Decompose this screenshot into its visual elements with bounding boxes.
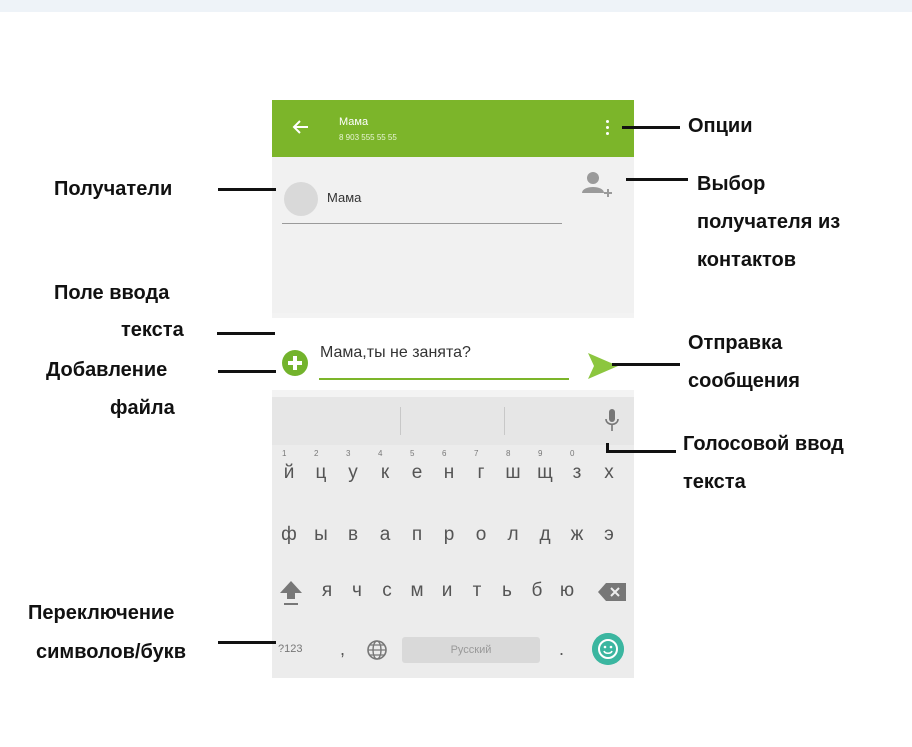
mic-icon[interactable] <box>605 409 619 433</box>
annotation-switch-2: символов/букв <box>36 641 186 663</box>
avatar <box>284 182 318 216</box>
key[interactable]: ю <box>552 571 582 611</box>
symbols-key[interactable]: ?123 <box>278 629 318 669</box>
key[interactable]: в <box>338 515 368 555</box>
keyboard: 1й 2ц 3у 4к 5е 6н 7г 8ш 9щ 0з х ф ы в а … <box>272 397 634 678</box>
leader-line-send <box>612 363 680 366</box>
compose-bar: Мама,ты не занята? <box>272 318 634 390</box>
leader-line-voice <box>606 450 676 453</box>
key[interactable]: ь <box>492 571 522 611</box>
key[interactable]: о <box>466 515 496 555</box>
key[interactable]: 2ц <box>306 449 336 493</box>
suggestion-strip <box>272 397 634 445</box>
annotation-add-file-2: файла <box>110 397 175 419</box>
recipient-chip[interactable]: Мама <box>327 190 361 205</box>
backspace-icon[interactable] <box>598 583 626 601</box>
key[interactable]: 3у <box>338 449 368 493</box>
annotation-input-field-1: Поле ввода <box>54 282 170 304</box>
annotation-voice-2: текста <box>683 471 746 493</box>
key[interactable]: м <box>402 571 432 611</box>
leader-line-pick-recipient <box>626 178 688 181</box>
annotation-switch-1: Переключение <box>28 602 175 624</box>
emoji-icon[interactable] <box>592 633 624 665</box>
key[interactable]: с <box>372 571 402 611</box>
period-key[interactable]: . <box>559 629 564 669</box>
leader-line-input-field <box>217 332 275 335</box>
message-underline <box>319 378 569 380</box>
key[interactable]: ж <box>562 515 592 555</box>
key[interactable]: 9щ <box>530 449 560 493</box>
top-band <box>0 0 912 12</box>
contact-name: Мама <box>339 116 369 128</box>
leader-line-add-file <box>218 370 276 373</box>
key[interactable]: 7г <box>466 449 496 493</box>
leader-line-recipients <box>218 188 276 191</box>
key[interactable]: 6н <box>434 449 464 493</box>
recipients-area: Мама <box>272 157 634 313</box>
key[interactable]: ч <box>342 571 372 611</box>
annotation-pick-recipient-3: контактов <box>697 249 797 271</box>
key[interactable]: 1й <box>274 449 304 493</box>
key[interactable]: р <box>434 515 464 555</box>
key[interactable]: э <box>594 515 624 555</box>
annotation-input-field-2: текста <box>121 319 184 341</box>
key[interactable]: а <box>370 515 400 555</box>
annotation-pick-recipient-2: получателя из <box>697 211 841 233</box>
key[interactable]: д <box>530 515 560 555</box>
message-input[interactable]: Мама,ты не занята? <box>320 344 471 362</box>
app-bar: Мама 8 903 555 55 55 <box>272 100 634 157</box>
key[interactable]: п <box>402 515 432 555</box>
shift-icon[interactable] <box>278 579 304 607</box>
key-row-4: ?123 , Русский . <box>272 629 634 669</box>
send-icon[interactable] <box>588 353 618 379</box>
key[interactable]: я <box>312 571 342 611</box>
leader-line-switch <box>218 641 276 644</box>
key[interactable]: 8ш <box>498 449 528 493</box>
attach-plus-icon[interactable] <box>282 350 308 376</box>
space-bar[interactable]: Русский <box>402 637 540 663</box>
suggestion-divider <box>504 407 505 435</box>
leader-line-options <box>622 126 680 129</box>
suggestion-divider <box>400 407 401 435</box>
annotation-pick-recipient-1: Выбор <box>697 173 766 195</box>
key[interactable]: л <box>498 515 528 555</box>
annotation-recipients: Получатели <box>54 178 173 200</box>
annotation-send-1: Отправка <box>688 332 783 354</box>
key-row-3: я ч с м и т ь б ю <box>272 571 634 611</box>
recipient-underline <box>282 223 562 224</box>
contact-phone: 8 903 555 55 55 <box>339 133 397 142</box>
globe-icon[interactable] <box>366 639 388 661</box>
key[interactable]: б <box>522 571 552 611</box>
comma-key[interactable]: , <box>340 629 345 669</box>
annotation-options: Опции <box>688 115 753 137</box>
annotation-add-file-1: Добавление <box>46 359 168 381</box>
key[interactable]: и <box>432 571 462 611</box>
key[interactable]: ы <box>306 515 336 555</box>
add-contact-icon[interactable] <box>580 169 612 203</box>
phone-screen: Мама 8 903 555 55 55 Мама Мама,ты не зан… <box>272 100 634 678</box>
key[interactable]: 4к <box>370 449 400 493</box>
key[interactable]: 0з <box>562 449 592 493</box>
key[interactable]: 5е <box>402 449 432 493</box>
key-row-1: 1й 2ц 3у 4к 5е 6н 7г 8ш 9щ 0з х <box>272 449 634 493</box>
key[interactable]: т <box>462 571 492 611</box>
overflow-menu-icon[interactable] <box>602 117 612 141</box>
back-arrow-icon[interactable] <box>290 116 312 138</box>
key[interactable]: х <box>594 453 624 493</box>
key-row-2: ф ы в а п р о л д ж э <box>272 515 634 555</box>
annotation-voice-1: Голосовой ввод <box>683 433 844 455</box>
annotation-send-2: сообщения <box>688 370 800 392</box>
key[interactable]: ф <box>274 515 304 555</box>
